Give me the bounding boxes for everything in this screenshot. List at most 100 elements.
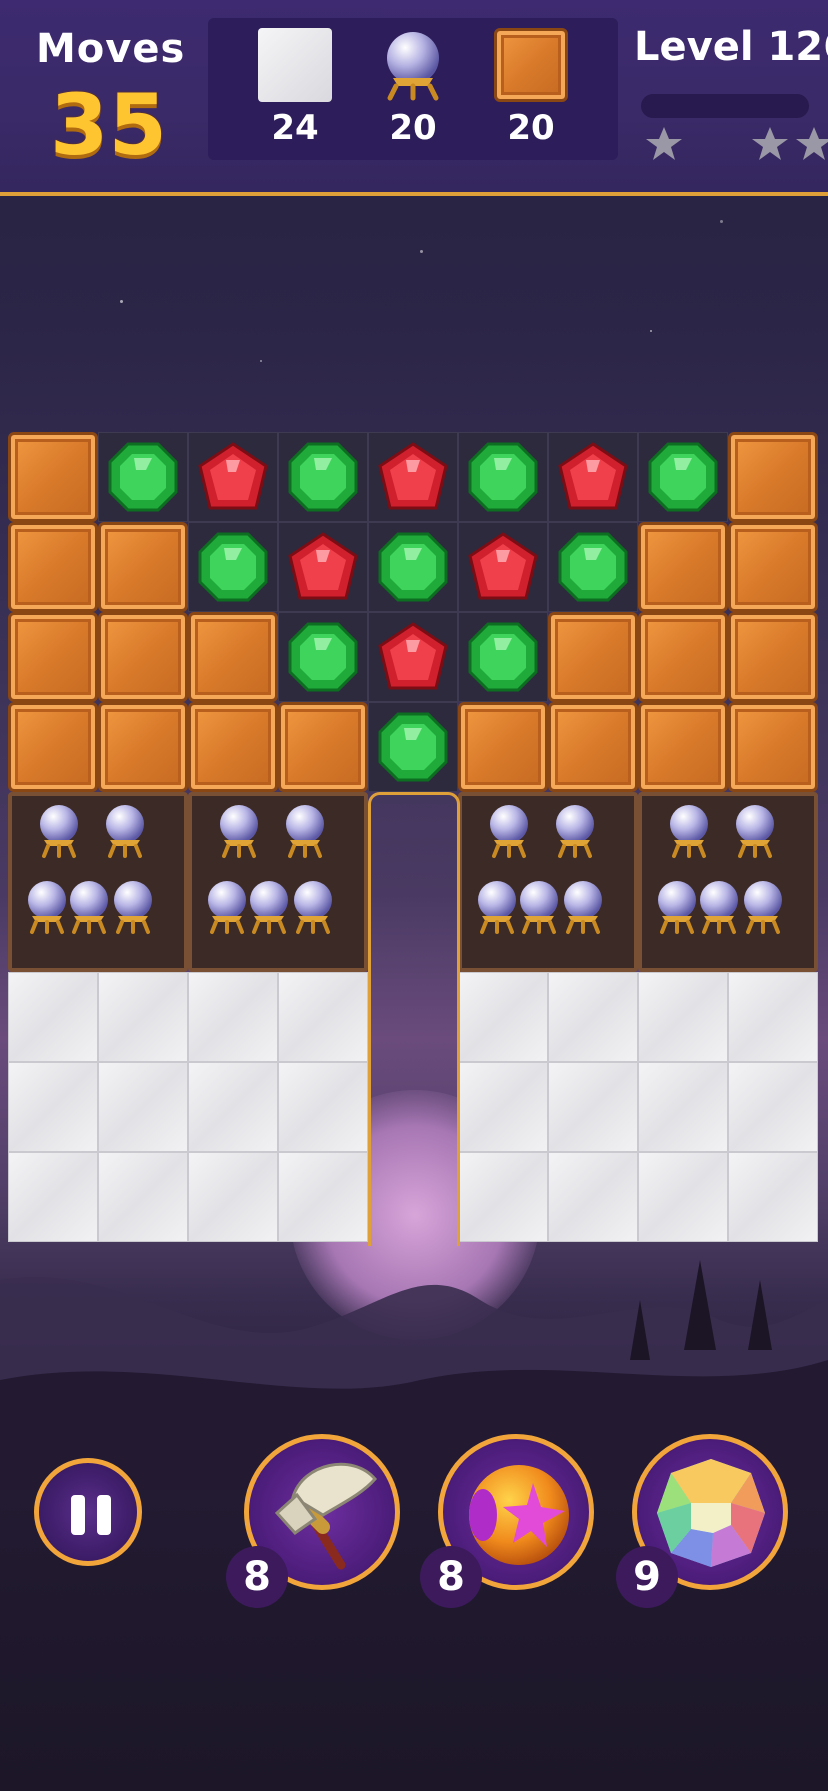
- level-progress-bar: [641, 94, 809, 118]
- marble-tile[interactable]: [548, 1062, 638, 1152]
- wooden-crate-icon: [494, 28, 568, 102]
- goals-panel: 24 20 20: [208, 18, 618, 160]
- marble-tile[interactable]: [458, 972, 548, 1062]
- star-bomb-count-badge: 8: [420, 1546, 482, 1608]
- marble-tile[interactable]: [98, 1062, 188, 1152]
- marble-tile[interactable]: [638, 1062, 728, 1152]
- crystal-ball-shelf[interactable]: [188, 792, 368, 972]
- wooden-crate-tile[interactable]: [638, 522, 728, 612]
- top-hud: Moves 35 24 20 20 Level 126: [0, 0, 828, 196]
- crystal-ball-shelf[interactable]: [638, 792, 818, 972]
- wooden-crate-tile[interactable]: [728, 702, 818, 792]
- wooden-crate-tile[interactable]: [638, 612, 728, 702]
- crystal-ball-icon: [288, 878, 338, 938]
- crystal-ball-icon: [34, 802, 84, 862]
- marble-tile[interactable]: [188, 1152, 278, 1242]
- marble-tile[interactable]: [278, 1062, 368, 1152]
- star-icon: [796, 127, 828, 160]
- wooden-crate-tile[interactable]: [8, 432, 98, 522]
- wooden-crate-tile[interactable]: [458, 702, 548, 792]
- marble-tile[interactable]: [548, 972, 638, 1062]
- marble-tile[interactable]: [458, 1152, 548, 1242]
- marble-tile[interactable]: [458, 1062, 548, 1152]
- marble-tile[interactable]: [278, 1152, 368, 1242]
- crystal-ball-icon: [738, 878, 788, 938]
- goal-count: 24: [271, 108, 319, 148]
- crystal-ball-icon: [694, 878, 744, 938]
- crystal-ball-icon: [376, 28, 450, 102]
- crystal-ball-icon: [558, 878, 608, 938]
- wooden-crate-tile[interactable]: [8, 522, 98, 612]
- red-gem-tile[interactable]: [548, 432, 638, 522]
- wooden-crate-tile[interactable]: [8, 612, 98, 702]
- pause-button[interactable]: [34, 1458, 142, 1566]
- crystal-ball-icon: [550, 802, 600, 862]
- crystal-ball-icon: [664, 802, 714, 862]
- marble-tile[interactable]: [728, 972, 818, 1062]
- crystal-ball-shelf[interactable]: [458, 792, 638, 972]
- moves-label: Moves: [36, 26, 186, 72]
- marble-tile[interactable]: [278, 972, 368, 1062]
- marble-tile[interactable]: [728, 1152, 818, 1242]
- hammer-icon: [274, 1462, 377, 1570]
- green-gem-tile[interactable]: [278, 432, 368, 522]
- marble-tile[interactable]: [98, 972, 188, 1062]
- green-gem-tile[interactable]: [368, 522, 458, 612]
- wooden-crate-tile[interactable]: [98, 702, 188, 792]
- marble-tile[interactable]: [188, 972, 278, 1062]
- marble-tile-icon: [258, 28, 332, 102]
- crystal-ball-icon: [514, 878, 564, 938]
- marble-tile[interactable]: [8, 1062, 98, 1152]
- wooden-crate-tile[interactable]: [98, 522, 188, 612]
- green-gem-tile[interactable]: [278, 612, 368, 702]
- wooden-crate-tile[interactable]: [728, 522, 818, 612]
- level-label: Level 126: [634, 24, 828, 70]
- board-gap-frame: [368, 792, 460, 1246]
- wooden-crate-tile[interactable]: [8, 702, 98, 792]
- red-gem-tile[interactable]: [368, 612, 458, 702]
- wooden-crate-tile[interactable]: [548, 612, 638, 702]
- crystal-ball-icon: [214, 802, 264, 862]
- marble-tile[interactable]: [188, 1062, 278, 1152]
- marble-tile[interactable]: [548, 1152, 638, 1242]
- green-gem-tile[interactable]: [188, 522, 278, 612]
- goal-marble: 24: [250, 28, 340, 148]
- green-gem-tile[interactable]: [638, 432, 728, 522]
- pause-icon: [71, 1495, 85, 1535]
- marble-tile[interactable]: [8, 1152, 98, 1242]
- crystal-ball-icon: [484, 802, 534, 862]
- green-gem-tile[interactable]: [458, 432, 548, 522]
- red-gem-tile[interactable]: [188, 432, 278, 522]
- star-icon: [752, 127, 788, 160]
- marble-tile[interactable]: [638, 972, 728, 1062]
- wooden-crate-tile[interactable]: [728, 432, 818, 522]
- crystal-ball-icon: [244, 878, 294, 938]
- crystal-ball-shelf[interactable]: [8, 792, 188, 972]
- green-gem-tile[interactable]: [548, 522, 638, 612]
- red-gem-tile[interactable]: [458, 522, 548, 612]
- marble-tile[interactable]: [8, 972, 98, 1062]
- goal-count: 20: [507, 108, 555, 148]
- pause-icon-bar: [97, 1495, 111, 1535]
- crystal-ball-icon: [100, 802, 150, 862]
- marble-tile[interactable]: [98, 1152, 188, 1242]
- green-gem-tile[interactable]: [98, 432, 188, 522]
- red-gem-tile[interactable]: [278, 522, 368, 612]
- red-gem-tile[interactable]: [368, 432, 458, 522]
- goal-count: 20: [389, 108, 437, 148]
- crystal-ball-icon: [108, 878, 158, 938]
- wooden-crate-tile[interactable]: [548, 702, 638, 792]
- wooden-crate-tile[interactable]: [638, 702, 728, 792]
- star-bomb-icon: [469, 1465, 569, 1565]
- marble-tile[interactable]: [728, 1062, 818, 1152]
- green-gem-tile[interactable]: [368, 702, 458, 792]
- wooden-crate-tile[interactable]: [98, 612, 188, 702]
- rainbow-gem-count-badge: 9: [616, 1546, 678, 1608]
- wooden-crate-tile[interactable]: [188, 612, 278, 702]
- wooden-crate-tile[interactable]: [728, 612, 818, 702]
- marble-tile[interactable]: [638, 1152, 728, 1242]
- wooden-crate-tile[interactable]: [188, 702, 278, 792]
- green-gem-tile[interactable]: [458, 612, 548, 702]
- wooden-crate-tile[interactable]: [278, 702, 368, 792]
- crystal-ball-icon: [730, 802, 780, 862]
